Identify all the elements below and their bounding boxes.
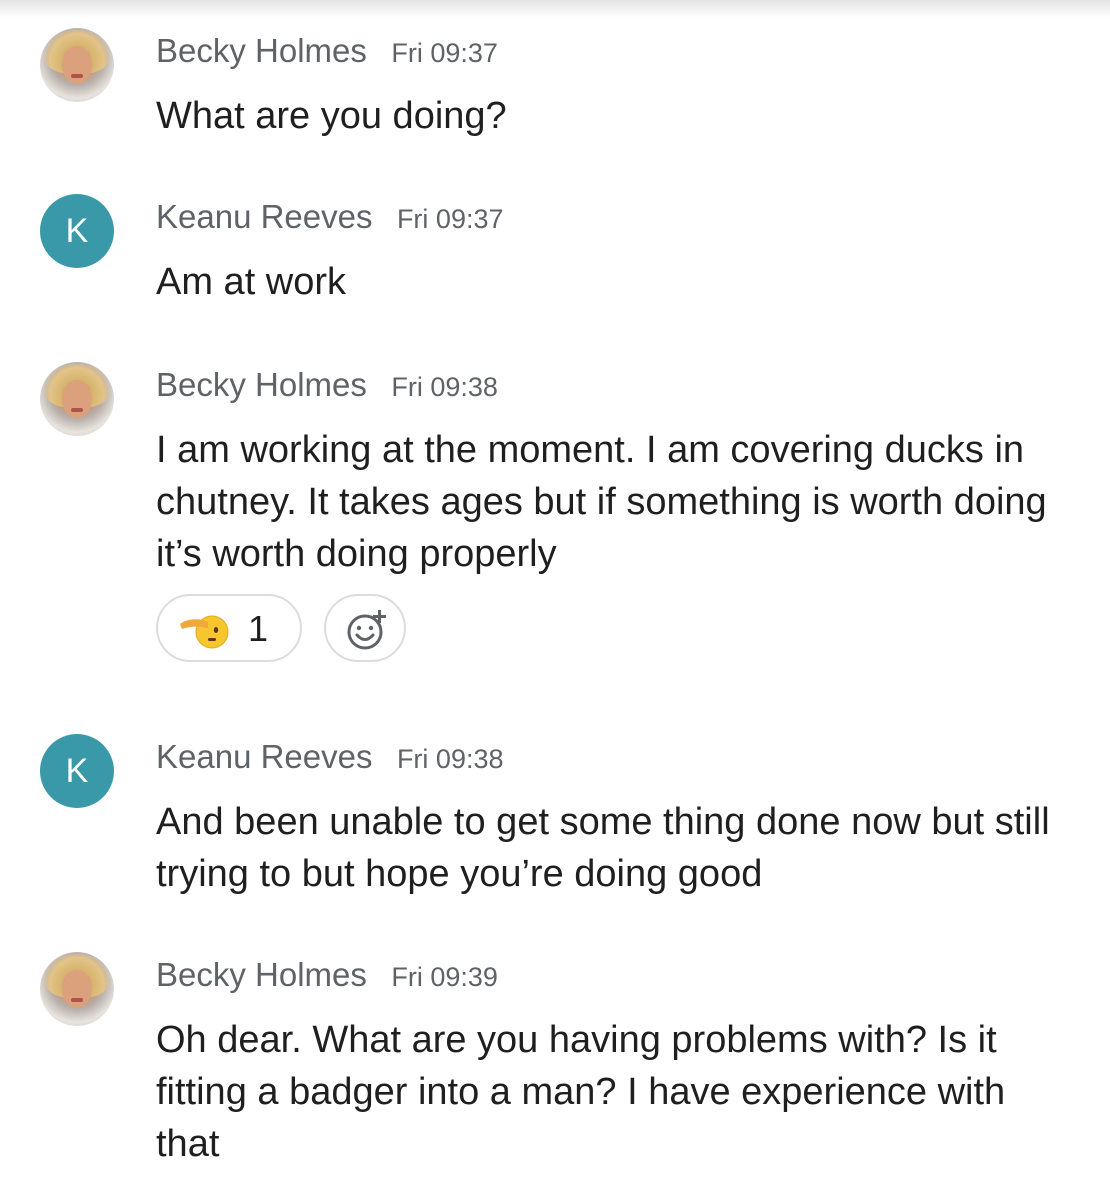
- sender-name[interactable]: Becky Holmes: [156, 956, 367, 993]
- sender-name[interactable]: Keanu Reeves: [156, 738, 372, 775]
- message-timestamp: Fri 09:38: [391, 372, 498, 402]
- message-header: Becky Holmes Fri 09:39: [156, 956, 498, 994]
- message-text: Am at work: [156, 261, 347, 303]
- sender-name[interactable]: Becky Holmes: [156, 32, 367, 69]
- reaction-chip[interactable]: 1: [156, 594, 302, 662]
- message-header: Becky Holmes Fri 09:38: [156, 366, 498, 404]
- message-timestamp: Fri 09:37: [391, 38, 498, 68]
- avatar-lips: [71, 74, 83, 78]
- avatar[interactable]: [40, 28, 114, 102]
- avatar-face: [62, 46, 92, 84]
- avatar[interactable]: [40, 362, 114, 436]
- message-text: Oh dear. What are you having problems wi…: [156, 1019, 1006, 1165]
- add-reaction-button[interactable]: [324, 594, 406, 662]
- message-header: Keanu Reeves Fri 09:38: [156, 738, 504, 776]
- message-timestamp: Fri 09:38: [396, 744, 504, 774]
- avatar-face: [62, 380, 92, 418]
- sender-name[interactable]: Keanu Reeves: [156, 198, 372, 235]
- top-edge-shadow: [0, 0, 1110, 18]
- message-timestamp: Fri 09:37: [396, 204, 504, 234]
- message-text: I am working at the moment. I am coverin…: [156, 429, 1047, 575]
- avatar[interactable]: K: [40, 734, 114, 808]
- sender-name[interactable]: Becky Holmes: [156, 366, 367, 403]
- reaction-count: 1: [248, 608, 269, 649]
- message-header: Keanu Reeves Fri 09:37: [156, 198, 504, 236]
- avatar-lips: [71, 408, 83, 412]
- avatar-lips: [71, 998, 83, 1002]
- message-timestamp: Fri 09:39: [391, 962, 498, 992]
- avatar[interactable]: K: [40, 194, 114, 268]
- message-text: And been unable to get some thing done n…: [156, 801, 1050, 895]
- message-text: What are you doing?: [156, 95, 507, 137]
- avatar[interactable]: [40, 952, 114, 1026]
- add-emoji-icon: [347, 610, 386, 650]
- saluting-face-icon: [180, 615, 229, 649]
- avatar-face: [62, 970, 92, 1008]
- message-header: Becky Holmes Fri 09:37: [156, 32, 498, 70]
